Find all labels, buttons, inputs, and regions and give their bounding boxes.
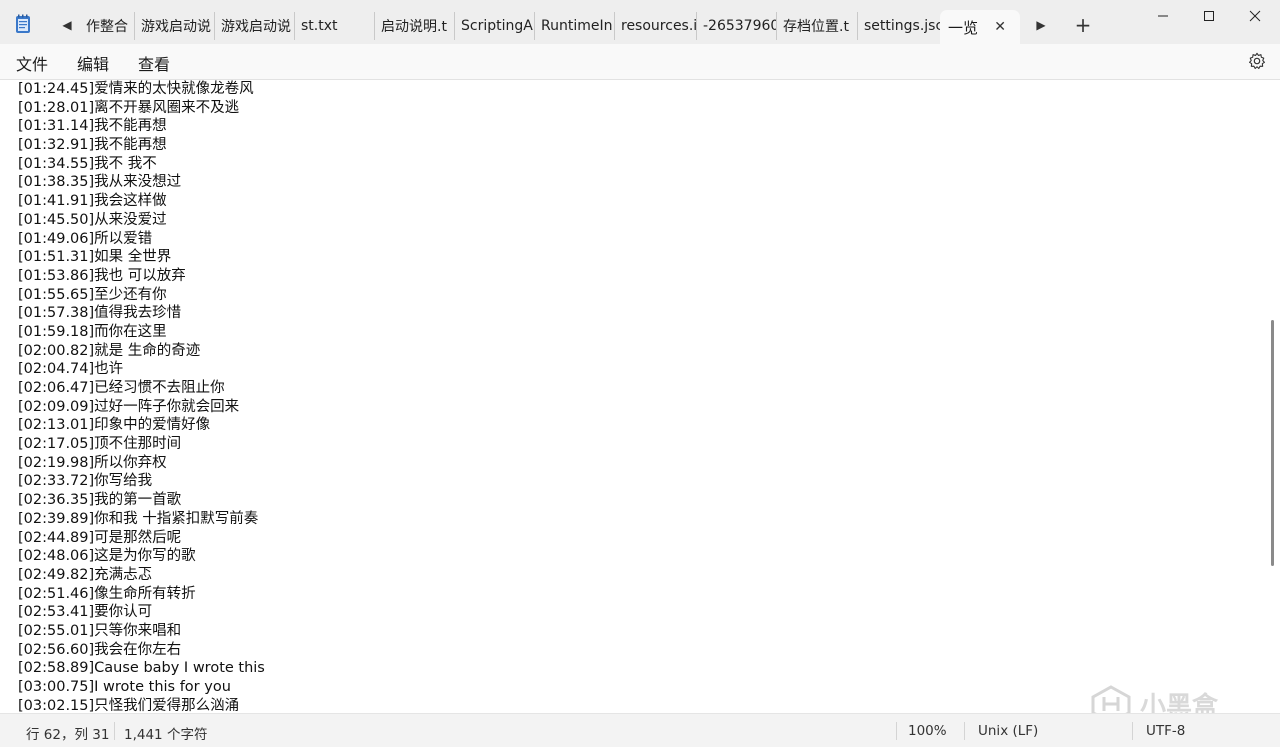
text-editor[interactable]: [01:24.45]爱情来的太快就像龙卷风 [01:28.01]离不开暴风圈来不及… bbox=[0, 80, 1280, 713]
tab-strip: 作整合 游戏启动说 游戏启动说 st.txt 启动说明.t ScriptingA… bbox=[80, 8, 940, 44]
notepad-app-icon bbox=[16, 14, 30, 33]
text-line: [02:33.72]你写给我 bbox=[18, 473, 153, 490]
maximize-icon bbox=[1204, 11, 1214, 21]
encoding[interactable]: UTF-8 bbox=[1146, 723, 1185, 739]
title-bar: ◀ 作整合 游戏启动说 游戏启动说 st.txt 启动说明.t Scriptin… bbox=[0, 0, 1280, 44]
text-line: [01:53.86]我也 可以放弃 bbox=[18, 267, 186, 284]
text-line: [02:19.98]所以你弃权 bbox=[18, 454, 167, 471]
tab-item[interactable]: st.txt bbox=[295, 12, 375, 40]
text-line: [02:48.06]这是为你写的歌 bbox=[18, 548, 196, 565]
text-line: [01:28.01]离不开暴风圈来不及逃 bbox=[18, 99, 240, 116]
status-divider bbox=[896, 722, 897, 740]
text-line: [02:06.47]已经习惯不去阻止你 bbox=[18, 380, 225, 396]
minimize-icon bbox=[1158, 15, 1168, 17]
watermark: 小黑盒 bbox=[1090, 684, 1250, 713]
tab-item[interactable]: resources.i bbox=[615, 12, 697, 40]
text-line: [01:45.50]从来没爱过 bbox=[18, 211, 167, 228]
text-line: [01:34.55]我不 我不 bbox=[18, 155, 157, 172]
minimize-button[interactable] bbox=[1140, 0, 1186, 32]
cursor-position: 行 62，列 31 bbox=[26, 727, 110, 743]
triangle-left-icon: ◀ bbox=[62, 18, 72, 32]
status-divider bbox=[1132, 722, 1133, 740]
text-line: [01:24.45]爱情来的太快就像龙卷风 bbox=[18, 81, 254, 97]
text-line: [03:00.75]I wrote this for you bbox=[18, 679, 231, 695]
text-line: [03:02.15]只怪我们爱得那么汹涌 bbox=[18, 697, 240, 713]
text-line: [01:32.91]我不能再想 bbox=[18, 137, 167, 154]
watermark-text: 小黑盒 bbox=[1140, 691, 1219, 714]
text-line: [01:57.38]值得我去珍惜 bbox=[18, 305, 182, 322]
tab-item[interactable]: 存档位置.t bbox=[777, 12, 858, 40]
vertical-scrollbar[interactable] bbox=[1271, 320, 1274, 566]
menu-view[interactable]: 查看 bbox=[138, 51, 170, 75]
text-line: [02:56.60]我会在你左右 bbox=[18, 641, 182, 658]
tab-active[interactable]: 一览 ✕ bbox=[940, 10, 1020, 44]
zoom-level[interactable]: 100% bbox=[908, 723, 947, 739]
text-line: [02:55.01]只等你来唱和 bbox=[18, 622, 182, 639]
text-line: [01:59.18]而你在这里 bbox=[18, 323, 167, 340]
plus-icon: + bbox=[1074, 13, 1092, 37]
text-line: [02:53.41]要你认可 bbox=[18, 604, 153, 621]
scroll-tabs-right-button[interactable]: ▶ bbox=[1028, 12, 1054, 38]
text-line: [01:38.35]我从来没想过 bbox=[18, 174, 182, 191]
text-line: [02:36.35]我的第一首歌 bbox=[18, 492, 182, 509]
status-divider bbox=[964, 722, 965, 740]
text-line: [02:58.89]Cause baby I wrote this bbox=[18, 660, 265, 677]
status-divider bbox=[114, 722, 115, 740]
text-line: [02:49.82]充满忐忑 bbox=[18, 566, 153, 583]
text-line: [02:17.05]顶不住那时间 bbox=[18, 436, 182, 453]
text-line: [02:44.89]可是那然后呢 bbox=[18, 529, 182, 546]
heybox-logo-icon bbox=[1091, 685, 1131, 713]
text-line: [02:51.46]像生命所有转折 bbox=[18, 585, 196, 602]
text-line: [01:41.91]我会这样做 bbox=[18, 193, 167, 210]
text-line: [01:55.65]至少还有你 bbox=[18, 286, 167, 303]
new-tab-button[interactable]: + bbox=[1070, 12, 1096, 38]
tab-item[interactable]: 游戏启动说 bbox=[135, 12, 215, 40]
text-line: [02:00.82]就是 生命的奇迹 bbox=[18, 342, 201, 359]
tab-item[interactable]: 游戏启动说 bbox=[215, 12, 295, 40]
close-tab-icon[interactable]: ✕ bbox=[994, 19, 1006, 35]
text-line: [01:31.14]我不能再想 bbox=[18, 118, 167, 135]
maximize-button[interactable] bbox=[1186, 0, 1232, 32]
tab-item[interactable]: -26537960 bbox=[697, 12, 777, 40]
line-ending[interactable]: Unix (LF) bbox=[978, 723, 1038, 739]
text-line: [01:49.06]所以爱错 bbox=[18, 230, 153, 247]
status-bar: 行 62，列 31 1,441 个字符 100% Unix (LF) UTF-8 bbox=[0, 713, 1280, 747]
close-window-button[interactable] bbox=[1232, 0, 1278, 32]
text-line: [01:51.31]如果 全世界 bbox=[18, 249, 172, 266]
tab-item[interactable]: 启动说明.t bbox=[375, 12, 455, 40]
scroll-tabs-left-button[interactable]: ◀ bbox=[54, 12, 80, 38]
menu-file[interactable]: 文件 bbox=[16, 51, 48, 75]
menu-edit[interactable]: 编辑 bbox=[77, 51, 109, 75]
tab-item[interactable]: ScriptingA bbox=[455, 12, 535, 40]
menu-bar: 文件 编辑 查看 bbox=[0, 44, 1280, 80]
character-count: 1,441 个字符 bbox=[124, 727, 208, 743]
tab-item[interactable]: settings.jsc bbox=[858, 12, 940, 40]
text-line: [02:04.74]也许 bbox=[18, 361, 124, 378]
gear-icon[interactable] bbox=[1248, 52, 1266, 70]
editor-lines: [01:24.45]爱情来的太快就像龙卷风 [01:28.01]离不开暴风圈来不及… bbox=[18, 80, 265, 713]
text-line: [02:13.01]印象中的爱情好像 bbox=[18, 417, 211, 434]
tab-item[interactable]: RuntimeIn bbox=[535, 12, 615, 40]
text-line: [02:39.89]你和我 十指紧扣默写前奏 bbox=[18, 510, 259, 527]
triangle-right-icon: ▶ bbox=[1036, 18, 1046, 32]
close-icon bbox=[1249, 10, 1261, 22]
tab-item[interactable]: 作整合 bbox=[80, 12, 135, 40]
text-line: [02:09.09]过好一阵子你就会回来 bbox=[18, 398, 240, 415]
tab-active-label: 一览 bbox=[948, 18, 979, 37]
